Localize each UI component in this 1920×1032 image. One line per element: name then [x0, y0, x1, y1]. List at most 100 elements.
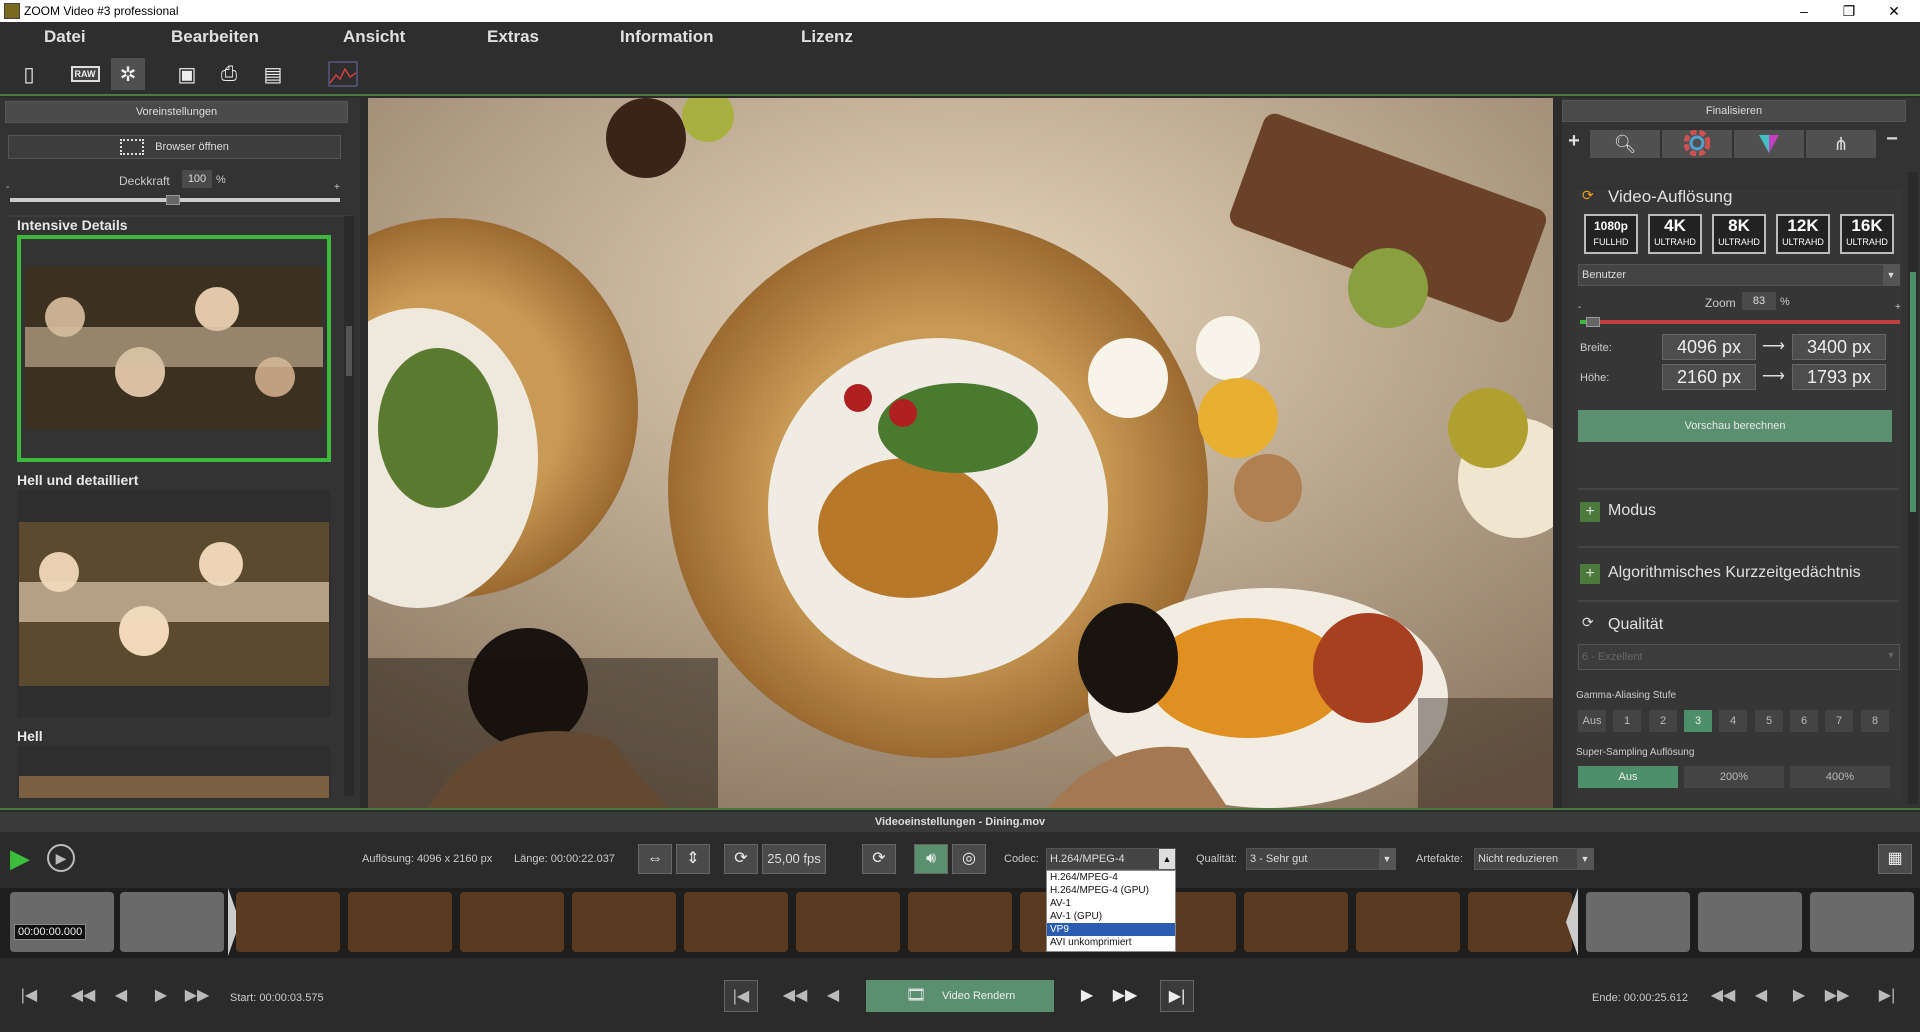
res-4k-button[interactable]: 4K ULTRAHD: [1648, 214, 1702, 254]
step-back-icon[interactable]: ◀: [104, 980, 138, 1012]
filmstrip-frame[interactable]: [1698, 892, 1802, 952]
quality-refresh-icon[interactable]: ⟳: [1582, 614, 1602, 634]
gamma-5-button[interactable]: 5: [1755, 710, 1783, 732]
menu-extras[interactable]: Extras: [487, 27, 539, 47]
res-16k-button[interactable]: 16K ULTRAHD: [1840, 214, 1894, 254]
step-forward-icon[interactable]: ▶: [144, 980, 178, 1012]
width-source-field[interactable]: 4096 px: [1662, 334, 1756, 360]
height-target-field[interactable]: 1793 px: [1792, 364, 1886, 390]
prism-icon[interactable]: [1734, 130, 1804, 158]
minimize-icon[interactable]: –: [1784, 1, 1824, 21]
gamma-6-button[interactable]: 6: [1790, 710, 1818, 732]
filmstrip-frame[interactable]: [1468, 892, 1572, 952]
height-source-field[interactable]: 2160 px: [1662, 364, 1756, 390]
menu-ansicht[interactable]: Ansicht: [343, 27, 405, 47]
fit-height-icon[interactable]: ⇕: [676, 844, 710, 874]
res-8k-button[interactable]: 8K ULTRAHD: [1712, 214, 1766, 254]
menu-datei[interactable]: Datei: [44, 27, 86, 47]
raw-icon[interactable]: RAW: [68, 58, 102, 90]
filmstrip-frame[interactable]: [120, 892, 224, 952]
end-fast-forward-icon[interactable]: ▶▶: [1820, 980, 1854, 1012]
codec-option[interactable]: H.264/MPEG-4: [1047, 871, 1175, 884]
fit-width-icon[interactable]: ⇔: [638, 844, 672, 874]
filmstrip-frame[interactable]: [908, 892, 1012, 952]
render-rewind-icon[interactable]: ◀◀: [778, 980, 812, 1012]
fps-refresh-icon[interactable]: ⟳: [724, 844, 758, 874]
codec-option[interactable]: AVI unkomprimiert: [1047, 936, 1175, 949]
share-icon[interactable]: ⋔: [1806, 130, 1876, 158]
quality-level-select[interactable]: 6 - Exzellent ▼: [1578, 644, 1900, 670]
preview-compute-button[interactable]: Vorschau berechnen: [1578, 410, 1892, 442]
filmstrip-frame[interactable]: [572, 892, 676, 952]
width-target-field[interactable]: 3400 px: [1792, 334, 1886, 360]
fps-field[interactable]: 25,00 fps: [762, 844, 826, 874]
codec-select[interactable]: H.264/MPEG-4 ▲: [1046, 848, 1176, 870]
maximize-icon[interactable]: ❐: [1829, 1, 1869, 21]
zoom-tool-icon[interactable]: 🔍︎: [1590, 130, 1660, 158]
filmstrip-frame[interactable]: [1810, 892, 1914, 952]
end-back-icon[interactable]: ◀: [1744, 980, 1778, 1012]
audio-icon[interactable]: 🔊︎: [914, 844, 948, 874]
codec-option-selected[interactable]: VP9: [1047, 923, 1175, 936]
gamma-3-button[interactable]: 3: [1684, 710, 1712, 732]
zoom-slider-knob[interactable]: [1586, 317, 1601, 327]
codec-dropdown[interactable]: H.264/MPEG-4 H.264/MPEG-4 (GPU) AV-1 AV-…: [1046, 870, 1176, 952]
filmstrip-frame[interactable]: [10, 892, 114, 952]
artifacts-select[interactable]: Nicht reduzieren ▼: [1474, 848, 1594, 870]
algo-memory-section[interactable]: Algorithmisches Kurzzeitgedächtnis: [1608, 564, 1861, 582]
ss-200-button[interactable]: 200%: [1684, 766, 1784, 788]
gamma-2-button[interactable]: 2: [1649, 710, 1677, 732]
preset-intensive-details[interactable]: [17, 235, 331, 462]
filmstrip-frame[interactable]: [1356, 892, 1460, 952]
render-fast-forward-icon[interactable]: ▶▶: [1108, 980, 1142, 1012]
fast-rewind-icon[interactable]: ◀◀: [66, 980, 100, 1012]
menu-information[interactable]: Information: [620, 27, 714, 47]
browser-open-button[interactable]: Browser öffnen: [8, 135, 341, 159]
go-start-icon[interactable]: |◀: [12, 980, 46, 1012]
play-icon[interactable]: ▶: [10, 844, 38, 872]
end-go-end-icon[interactable]: ▶|: [1870, 980, 1904, 1012]
res-12k-button[interactable]: 12K ULTRAHD: [1776, 214, 1830, 254]
fast-forward-icon[interactable]: ▶▶: [180, 980, 214, 1012]
render-forward-icon[interactable]: ▶: [1070, 980, 1104, 1012]
ss-aus-button[interactable]: Aus: [1578, 766, 1678, 788]
new-file-icon[interactable]: ▯: [12, 58, 46, 90]
add-icon[interactable]: +: [1564, 130, 1584, 156]
gamma-1-button[interactable]: 1: [1613, 710, 1641, 732]
zoom-slider[interactable]: [1580, 320, 1900, 324]
preset-hell[interactable]: [17, 746, 331, 798]
modus-section[interactable]: Modus: [1608, 502, 1656, 520]
codec-option[interactable]: AV-1: [1047, 897, 1175, 910]
quality-select[interactable]: 3 - Sehr gut ▼: [1246, 848, 1396, 870]
print-icon[interactable]: ⎙: [212, 58, 246, 90]
gamma-aus-button[interactable]: Aus: [1578, 710, 1606, 732]
menu-bearbeiten[interactable]: Bearbeiten: [171, 27, 259, 47]
render-go-end-icon[interactable]: ▶|: [1160, 980, 1194, 1012]
menu-lizenz[interactable]: Lizenz: [801, 27, 853, 47]
end-forward-icon[interactable]: ▶: [1782, 980, 1816, 1012]
zoom-value[interactable]: 83: [1742, 292, 1776, 310]
preset-hell-detailliert[interactable]: [17, 490, 331, 717]
opacity-slider-knob[interactable]: [166, 195, 180, 205]
color-wheel-icon[interactable]: [1662, 129, 1732, 158]
expand-modus-icon[interactable]: +: [1580, 502, 1600, 522]
filmstrip-frame[interactable]: [796, 892, 900, 952]
gamma-4-button[interactable]: 4: [1719, 710, 1747, 732]
opacity-value[interactable]: 100: [182, 170, 212, 188]
export-settings-icon[interactable]: ▦: [1878, 844, 1912, 874]
render-back-icon[interactable]: ◀: [816, 980, 850, 1012]
res-1080p-button[interactable]: 1080p FULLHD: [1584, 214, 1638, 254]
settings-icon[interactable]: ✲: [111, 58, 145, 90]
codec-option[interactable]: H.264/MPEG-4 (GPU): [1047, 884, 1175, 897]
filmstrip-frame[interactable]: [460, 892, 564, 952]
remove-icon[interactable]: −: [1882, 128, 1902, 154]
refresh-icon[interactable]: ⟳: [1582, 187, 1594, 204]
end-rewind-icon[interactable]: ◀◀: [1706, 980, 1740, 1012]
sync-icon[interactable]: ⟳: [862, 844, 896, 874]
resolution-preset-select[interactable]: Benutzer ▼: [1578, 264, 1900, 286]
close-icon[interactable]: ✕: [1874, 1, 1914, 21]
filmstrip-frame[interactable]: [1244, 892, 1348, 952]
play-preview-icon[interactable]: ▶: [47, 844, 75, 872]
expand-algo-icon[interactable]: +: [1580, 564, 1600, 584]
histogram-icon[interactable]: [326, 58, 360, 90]
